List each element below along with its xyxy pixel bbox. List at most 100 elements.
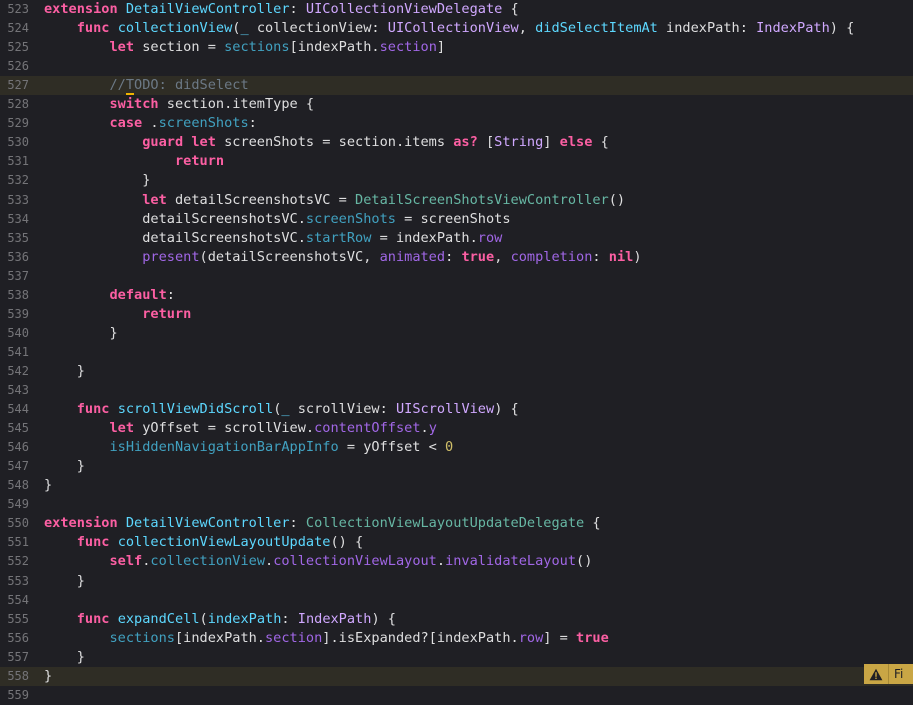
code-text: guard let screenShots = section.items as…	[44, 133, 609, 152]
code-token: 0	[445, 439, 454, 456]
code-line[interactable]: 527 //TODO: didSelect	[0, 76, 913, 96]
code-text: sections[indexPath.section].isExpanded?[…	[44, 629, 609, 648]
code-line[interactable]: 541	[0, 343, 913, 362]
code-token: ].isExpanded?[indexPath.	[322, 629, 519, 646]
code-token: }	[44, 667, 53, 684]
code-token: .	[420, 420, 429, 437]
code-line[interactable]: 553 }	[0, 572, 913, 591]
code-token: return	[142, 305, 192, 322]
code-token: section =	[134, 39, 225, 56]
line-number: 552	[7, 554, 29, 569]
code-line[interactable]: 536 present(detailScreenshotsVC, animate…	[0, 248, 913, 267]
code-line[interactable]: 540 }	[0, 324, 913, 343]
line-number: 545	[7, 421, 29, 436]
code-token: let	[142, 191, 167, 208]
code-line[interactable]: 539 return	[0, 305, 913, 324]
code-token: switch	[109, 96, 159, 113]
line-number: 528	[7, 97, 29, 112]
code-line[interactable]: 529 case .screenShots:	[0, 114, 913, 133]
code-line[interactable]: 537	[0, 267, 913, 286]
code-line[interactable]: 551 func collectionViewLayoutUpdate() {	[0, 533, 913, 552]
code-token: }	[44, 172, 151, 189]
code-token: = screenShots	[395, 210, 511, 227]
code-line[interactable]: 528 switch section.itemType {	[0, 95, 913, 114]
code-line[interactable]: 545 let yOffset = scrollView.contentOffs…	[0, 419, 913, 438]
code-token: (detailScreenshotsVC,	[199, 248, 380, 265]
code-token: :	[445, 248, 462, 265]
code-line[interactable]: 556 sections[indexPath.section].isExpand…	[0, 629, 913, 648]
code-token: animated	[379, 248, 446, 265]
source-editor[interactable]: 523 extension DetailViewController: UICol…	[0, 0, 913, 702]
code-text: self.collectionView.collectionViewLayout…	[44, 552, 592, 571]
code-token: indexPath	[207, 610, 282, 627]
code-token: :	[289, 515, 306, 532]
code-line[interactable]: 558}	[0, 666, 913, 686]
code-token: ]	[436, 39, 446, 56]
code-line[interactable]: 530 guard let screenShots = section.item…	[0, 133, 913, 152]
code-line[interactable]: 552 self.collectionView.collectionViewLa…	[0, 552, 913, 571]
code-token: contentOffset	[314, 420, 421, 437]
code-line[interactable]: 544 func scrollViewDidScroll(_ scrollVie…	[0, 400, 913, 419]
code-line[interactable]: 555 func expandCell(indexPath: IndexPath…	[0, 610, 913, 629]
code-token: guard	[142, 134, 184, 151]
code-text: return	[44, 152, 224, 171]
line-number: 546	[7, 440, 29, 455]
code-text: let yOffset = scrollView.contentOffset.y	[44, 419, 436, 438]
code-token: detailScreenshotsVC =	[166, 191, 356, 208]
code-line[interactable]: 543	[0, 381, 913, 400]
code-token: _	[281, 401, 290, 418]
code-line[interactable]: 526	[0, 57, 913, 76]
code-token: return	[174, 153, 225, 170]
code-token: detailScreenshotsVC.	[44, 229, 306, 246]
code-token: //	[109, 77, 126, 94]
code-line[interactable]: 523 extension DetailViewController: UICol…	[0, 0, 913, 19]
code-line[interactable]: 554	[0, 591, 913, 610]
code-line[interactable]: 533 let detailScreenshotsVC = DetailScre…	[0, 191, 913, 210]
line-number: 531	[7, 154, 29, 169]
line-number: 537	[7, 268, 29, 283]
code-token: ] =	[543, 629, 577, 646]
code-token: screenShots	[158, 115, 249, 132]
code-token: row	[477, 229, 503, 246]
code-token: func	[76, 20, 110, 37]
code-token: true	[576, 629, 609, 646]
line-number: 533	[7, 192, 29, 207]
code-line[interactable]: 559	[0, 686, 913, 705]
code-line[interactable]: 531 return	[0, 152, 913, 171]
code-token: }	[44, 572, 85, 589]
code-token: case	[109, 115, 143, 132]
code-token: func	[76, 610, 110, 627]
code-line[interactable]: 549	[0, 495, 913, 514]
line-number: 541	[7, 344, 29, 359]
code-line[interactable]: 548}	[0, 476, 913, 495]
line-number: 524	[7, 21, 29, 36]
code-text: extension DetailViewController: UICollec…	[44, 0, 519, 19]
code-token: ()	[608, 191, 626, 208]
issue-badge[interactable]: Fi	[864, 664, 913, 684]
line-number: 550	[7, 516, 29, 531]
code-line[interactable]: 524 func collectionView(_ collectionView…	[0, 19, 913, 38]
code-line[interactable]: 525 let section = sections[indexPath.sec…	[0, 38, 913, 57]
code-text: }	[44, 572, 85, 591]
code-token: = indexPath.	[371, 229, 478, 246]
code-line[interactable]: 546 isHiddenNavigationBarAppInfo = yOffs…	[0, 438, 913, 457]
code-line[interactable]: 535 detailScreenshotsVC.startRow = index…	[0, 229, 913, 248]
code-line[interactable]: 557 }	[0, 648, 913, 667]
code-line[interactable]: 538 default:	[0, 286, 913, 305]
code-line[interactable]: 547 }	[0, 457, 913, 476]
code-line[interactable]: 542 }	[0, 362, 913, 381]
code-line[interactable]: 532 }	[0, 171, 913, 190]
code-token: sections	[224, 39, 290, 56]
code-line[interactable]: 550 extension DetailViewController: Colle…	[0, 514, 913, 533]
line-number: 553	[7, 573, 29, 588]
code-line[interactable]: 534 detailScreenshotsVC.screenShots = sc…	[0, 210, 913, 229]
code-token: row	[518, 629, 544, 646]
